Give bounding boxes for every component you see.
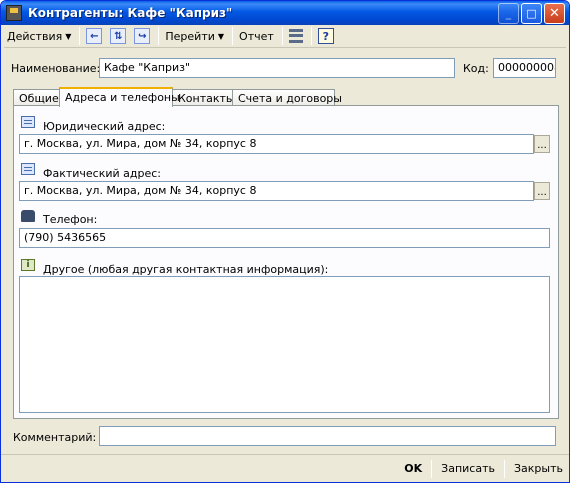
bottom-bar: OK Записать Закрыть [1,454,569,482]
close-button[interactable]: Закрыть [508,459,569,479]
help-icon: ? [317,28,334,44]
list-button[interactable] [286,26,306,46]
other-info-label: Другое (любая другая контактная информац… [43,263,329,276]
code-field[interactable]: 000000008 [493,58,556,78]
back-button[interactable]: ← [83,26,105,46]
legal-address-field[interactable]: г. Москва, ул. Мира, дом № 34, корпус 8 [19,134,534,154]
help-button[interactable]: ? [315,26,337,46]
app-icon [6,5,22,21]
structure-icon: ⇅ [110,28,127,44]
toolbar: Действия ▼ ← ⇅ ↪ Перейти ▼ Отчет ? [4,25,566,48]
toolbar-separator [310,27,312,45]
close-window-button[interactable]: ✕ [544,2,565,24]
name-field[interactable]: Кафе "Каприз" [99,58,455,78]
chevron-down-icon: ▼ [217,31,225,41]
goto-menu[interactable]: Перейти ▼ [162,26,227,46]
comment-label: Комментарий: [13,431,97,444]
list-icon [288,28,303,44]
copy-icon: ↪ [134,28,151,44]
toolbar-separator [79,27,81,45]
actual-address-field[interactable]: г. Москва, ул. Мира, дом № 34, корпус 8 [19,181,534,201]
goto-menu-label: Перейти [165,29,215,43]
other-info-textarea[interactable] [19,276,550,413]
actions-menu[interactable]: Действия ▼ [4,26,74,46]
legal-address-label: Юридический адрес: [43,120,166,133]
arrow-left-icon: ← [86,28,103,44]
code-label: Код: [463,62,489,75]
button-separator [431,459,433,478]
phone-label: Телефон: [43,213,98,226]
phone-icon [21,210,35,222]
actions-menu-label: Действия [7,29,63,43]
report-button[interactable]: Отчет [236,26,277,46]
name-label: Наименование: [11,62,101,75]
toolbar-separator [232,27,234,45]
ok-button[interactable]: OK [398,459,428,479]
tab-general[interactable]: Общие [13,89,60,106]
legal-address-select-button[interactable]: ... [534,135,550,153]
title-bar: Контрагенты: Кафе "Каприз" _ □ ✕ [1,1,569,25]
maximize-button[interactable]: □ [521,2,542,24]
toolbar-separator [158,27,160,45]
address-card-icon [21,163,35,175]
window-title: Контрагенты: Кафе "Каприз" [28,6,233,20]
address-card-icon [21,116,35,128]
info-icon: i [21,259,35,271]
report-button-label: Отчет [239,29,274,43]
comment-field[interactable] [99,426,556,446]
structure-button[interactable]: ⇅ [107,26,129,46]
actual-address-label: Фактический адрес: [43,167,162,180]
copy-button[interactable]: ↪ [131,26,153,46]
minimize-button[interactable]: _ [498,2,519,24]
phone-field[interactable]: (790) 5436565 [19,228,550,248]
chevron-down-icon: ▼ [65,31,72,41]
tab-addresses[interactable]: Адреса и телефоны [59,87,180,107]
button-separator [504,459,505,478]
tab-contacts[interactable]: Контакты [172,89,235,106]
window: Контрагенты: Кафе "Каприз" _ □ ✕ Действи… [0,0,570,483]
toolbar-separator [281,27,283,45]
save-button[interactable]: Записать [435,459,501,479]
tab-accounts[interactable]: Счета и договоры [232,89,342,106]
actual-address-select-button[interactable]: ... [534,182,550,200]
